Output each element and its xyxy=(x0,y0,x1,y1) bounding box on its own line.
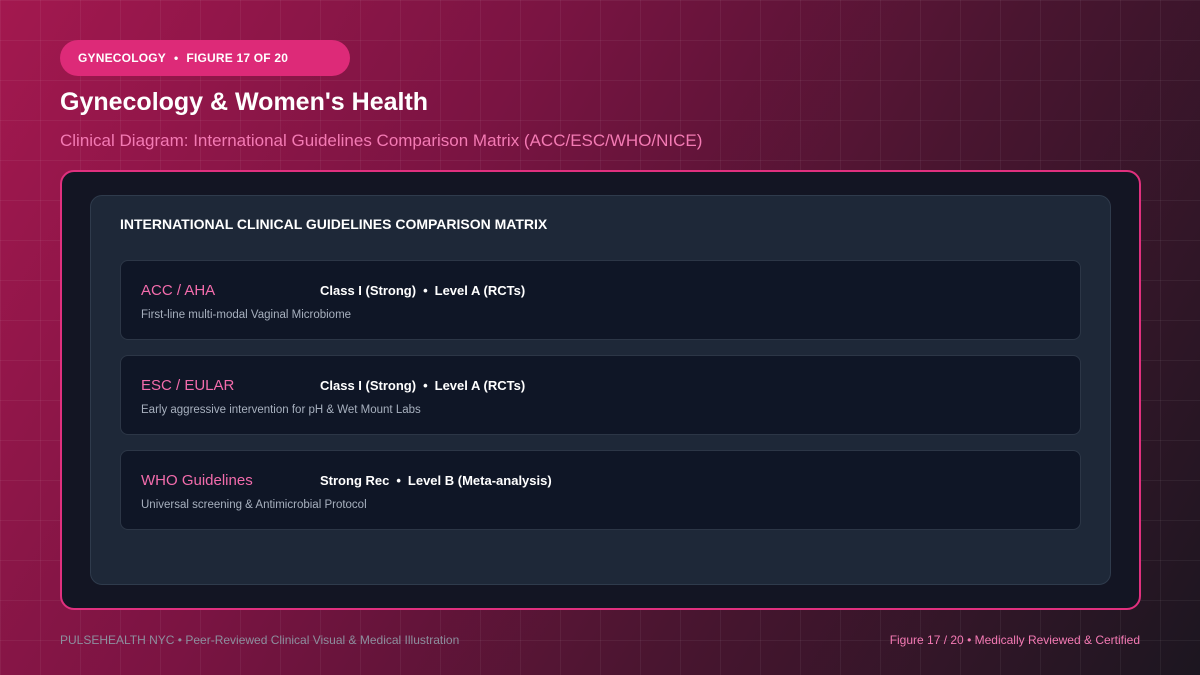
recommendation-separator: • xyxy=(396,473,401,488)
evidence-level: Level A (RCTs) xyxy=(434,283,526,298)
guideline-org: ACC / AHA xyxy=(141,282,216,299)
recommendation-separator: • xyxy=(423,283,428,298)
matrix-title: INTERNATIONAL CLINICAL GUIDELINES COMPAR… xyxy=(120,216,548,232)
guideline-description: Universal screening & Antimicrobial Prot… xyxy=(141,499,367,511)
badge-separator: • xyxy=(174,51,179,65)
guideline-description: First-line multi-modal Vaginal Microbiom… xyxy=(141,309,352,321)
recommendation-strength: Class I (Strong) xyxy=(320,378,417,393)
page-subtitle: Clinical Diagram: International Guidelin… xyxy=(60,131,703,150)
badge-figure: FIGURE 17 OF 20 xyxy=(186,51,289,65)
footer-figure-info: Figure 17 / 20 • Medically Reviewed & Ce… xyxy=(889,633,1140,647)
footer-publisher: PULSEHEALTH NYC • Peer-Reviewed Clinical… xyxy=(60,633,460,647)
guideline-recommendation: Class I (Strong) • Level A (RCTs) xyxy=(320,378,525,393)
badge-category: GYNECOLOGY xyxy=(78,51,167,65)
guideline-org: WHO Guidelines xyxy=(141,472,253,489)
recommendation-strength: Strong Rec xyxy=(320,473,390,488)
guideline-row-acc-aha: ACC / AHA Class I (Strong) • Level A (RCTs… xyxy=(120,260,1081,340)
guideline-org: ESC / EULAR xyxy=(141,377,235,394)
guideline-recommendation: Strong Rec • Level B (Meta-analysis) xyxy=(320,473,552,488)
guideline-recommendation: Class I (Strong) • Level A (RCTs) xyxy=(320,283,525,298)
page-title: Gynecology & Women's Health xyxy=(60,88,429,116)
guideline-description: Early aggressive intervention for pH & W… xyxy=(141,404,421,416)
guideline-row-who: WHO Guidelines Strong Rec • Level B (Meta-… xyxy=(120,450,1081,530)
category-badge: GYNECOLOGY • FIGURE 17 OF 20 xyxy=(60,40,350,76)
evidence-level: Level B (Meta-analysis) xyxy=(407,473,552,488)
guideline-row-esc-eular: ESC / EULAR Class I (Strong) • Level A (RC… xyxy=(120,355,1081,435)
evidence-level: Level A (RCTs) xyxy=(434,378,526,393)
recommendation-strength: Class I (Strong) xyxy=(320,283,417,298)
recommendation-separator: • xyxy=(423,378,428,393)
